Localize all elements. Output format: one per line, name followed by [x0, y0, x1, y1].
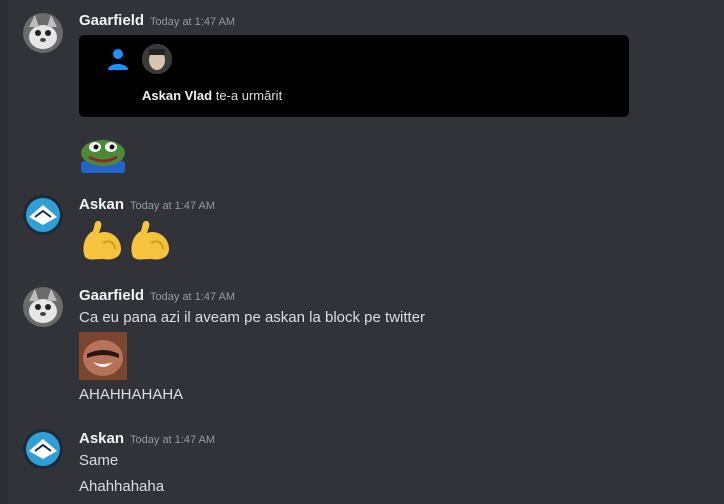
flexed-biceps-emoji[interactable]: [127, 217, 173, 263]
author-name[interactable]: Gaarfield: [79, 287, 144, 304]
avatar[interactable]: [23, 13, 63, 53]
message-text: AHAHHAHAHA: [79, 386, 184, 403]
follow-text: Askan Vlad te-a urmărit: [142, 88, 282, 103]
username[interactable]: Askan Today at 1:47 AM: [79, 196, 215, 213]
author-name[interactable]: Gaarfield: [79, 12, 144, 29]
flexed-biceps-emoji[interactable]: [79, 217, 125, 263]
avatar[interactable]: [23, 429, 63, 469]
username[interactable]: Gaarfield Today at 1:47 AM: [79, 287, 235, 304]
timestamp: Today at 1:47 AM: [150, 16, 236, 28]
follower-name[interactable]: Askan Vlad: [142, 88, 212, 103]
message-text: Ahahhahaha: [79, 478, 165, 495]
pepe-emoji[interactable]: [79, 135, 127, 173]
follow-embed: Askan Vlad te-a urmărit: [79, 35, 629, 117]
laughing-man-emoji[interactable]: [79, 332, 127, 380]
follow-action: te-a urmărit: [215, 88, 283, 103]
timestamp: Today at 1:47 AM: [130, 434, 216, 446]
message-text: Same: [79, 452, 119, 469]
author-name[interactable]: Askan: [79, 196, 124, 213]
follower-avatar: [142, 44, 172, 74]
message-text: Ca eu pana azi il aveam pe askan la bloc…: [79, 309, 426, 326]
avatar[interactable]: [23, 195, 63, 235]
timestamp: Today at 1:47 AM: [150, 291, 236, 303]
author-name[interactable]: Askan: [79, 430, 124, 447]
username[interactable]: Askan Today at 1:47 AM: [79, 430, 215, 447]
person-icon: [108, 49, 128, 70]
avatar[interactable]: [23, 287, 63, 327]
left-rail: [0, 0, 8, 504]
timestamp: Today at 1:47 AM: [130, 200, 216, 212]
username[interactable]: Gaarfield Today at 1:47 AM: [79, 12, 235, 29]
